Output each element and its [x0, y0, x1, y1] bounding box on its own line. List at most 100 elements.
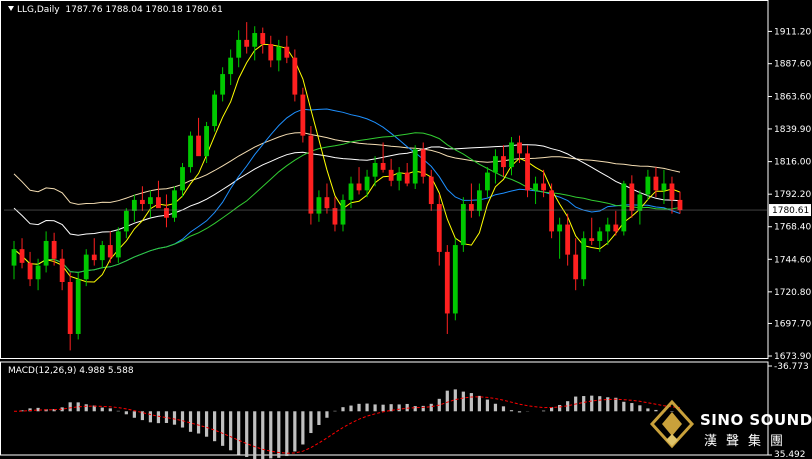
candle-body — [340, 199, 346, 225]
candle-body — [645, 176, 651, 195]
candle-body — [148, 197, 153, 205]
candle — [188, 131, 193, 173]
candle-body — [292, 57, 298, 95]
candle-body — [220, 74, 226, 95]
candle-body — [436, 204, 442, 252]
candle-body — [75, 279, 81, 334]
candle-body — [83, 254, 89, 280]
candle-body — [115, 231, 121, 258]
candle-body — [156, 197, 161, 209]
candle-body — [164, 208, 169, 218]
candle-body — [549, 190, 555, 232]
candle — [412, 145, 418, 189]
candle-body — [27, 262, 33, 280]
candle-body — [428, 176, 434, 205]
macd-indicator-label: MACD(12,26,9) 4.988 5.588 — [8, 366, 134, 376]
candle — [172, 186, 177, 222]
candle-body — [581, 238, 587, 280]
candle-body — [525, 153, 530, 191]
logo-text-zh: 漢聲集團 — [704, 434, 793, 449]
candle-body — [332, 208, 338, 225]
logo-emblem-icon — [649, 399, 695, 449]
candle-body — [493, 156, 498, 173]
collapse-triangle-icon[interactable] — [8, 6, 14, 11]
candle-body — [268, 43, 274, 61]
candle-body — [396, 172, 402, 181]
candle-body — [172, 190, 177, 218]
price-tick-label: 1720.80 — [774, 288, 811, 298]
candle — [212, 90, 218, 132]
candle-body — [677, 199, 683, 211]
candle-body — [91, 254, 97, 261]
candle-body — [597, 231, 603, 241]
price-tick-label: 1911.20 — [774, 27, 811, 37]
candle-body — [276, 46, 282, 61]
candle-body — [188, 135, 193, 168]
candle-body — [621, 183, 627, 232]
candle — [452, 238, 458, 321]
candle-body — [139, 199, 145, 205]
candle-body — [364, 176, 370, 191]
price-tick-label: 1792.20 — [774, 190, 811, 200]
candle-body — [388, 169, 394, 181]
candle-body — [589, 238, 595, 241]
candle-body — [565, 224, 571, 255]
candle-body — [517, 142, 522, 154]
candle-body — [228, 57, 234, 75]
ohlc-values: 1787.76 1788.04 1780.18 1780.61 — [65, 5, 223, 15]
candle-body — [244, 39, 250, 47]
candle-body — [557, 224, 563, 232]
price-tick-label: 1816.00 — [774, 158, 811, 168]
candle-body — [300, 94, 306, 136]
candle — [75, 272, 81, 340]
candle — [581, 231, 587, 287]
candle-body — [509, 142, 514, 168]
symbol-header: LLG,Daily 1787.76 1788.04 1780.18 1780.6… — [8, 5, 223, 15]
candle-body — [204, 126, 209, 157]
candle-body — [11, 249, 17, 266]
price-tick-label: 1697.70 — [774, 319, 811, 329]
symbol-label: LLG,Daily — [17, 5, 60, 15]
candle-body — [404, 172, 410, 184]
candle-body — [613, 224, 619, 232]
price-tick-label: 1673.90 — [774, 352, 811, 362]
candle-body — [131, 199, 137, 211]
candle-body — [236, 39, 242, 58]
candle-body — [356, 183, 362, 191]
candle-body — [605, 224, 611, 232]
candle-body — [99, 245, 105, 261]
candle-body — [669, 183, 675, 200]
candle-body — [284, 46, 290, 58]
candle-body — [43, 240, 49, 266]
candle-body — [348, 183, 354, 200]
candle-body — [501, 156, 506, 168]
chart-background — [0, 0, 812, 459]
candle-body — [35, 265, 41, 280]
price-tick-label: 1887.60 — [774, 60, 811, 70]
candle-body — [629, 183, 635, 211]
candle — [308, 126, 314, 225]
candle-body — [324, 197, 330, 209]
candle-body — [308, 135, 314, 214]
candle-body — [485, 172, 490, 191]
chart-window: 1911.20 1887.60 1863.60 1839.90 1816.00 1792.… — [0, 0, 812, 459]
candle-body — [380, 162, 386, 170]
candle-body — [260, 33, 266, 44]
price-tick-label: 1863.60 — [774, 93, 811, 103]
price-tick-label: 1839.90 — [774, 125, 811, 135]
candle-body — [180, 167, 185, 191]
candle-body — [252, 33, 258, 47]
candle-body — [212, 94, 218, 127]
candle-body — [59, 258, 65, 282]
price-tick-label: 1744.60 — [774, 255, 811, 265]
candle — [549, 183, 555, 239]
sino-sound-logo: SINO SOUND 漢聲集團 — [648, 398, 812, 456]
candle-body — [653, 176, 659, 191]
candle-body — [452, 245, 458, 314]
candle-body — [444, 251, 450, 314]
candle — [460, 197, 466, 252]
candle-body — [412, 149, 418, 184]
candle-body — [51, 240, 57, 259]
candle — [300, 87, 306, 143]
candle-body — [107, 245, 113, 258]
